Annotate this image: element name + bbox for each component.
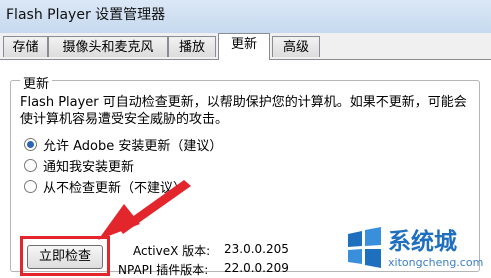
windows-logo-icon xyxy=(348,227,381,268)
update-description: Flash Player 可自动检查更新，以帮助保护您的计算机。如果不更新，可能… xyxy=(20,95,467,127)
tab-strip: 存储 摄像头和麦克风 播放 更新 高级 xyxy=(0,33,491,60)
radio-allow-auto-update[interactable]: 允许 Adobe 安装更新（建议） xyxy=(24,138,222,155)
radio-notify-update[interactable]: 通知我安装更新 xyxy=(24,159,134,176)
watermark: 系统城 xitongcheng.com xyxy=(344,220,491,278)
radio-allow-label: 允许 Adobe 安装更新（建议） xyxy=(43,139,223,154)
update-group-title: 更新 xyxy=(20,73,53,92)
title-bar: Flash Player 设置管理器 xyxy=(0,0,491,33)
activex-version-label: ActiveX 版本: xyxy=(133,244,211,258)
tab-camera-mic[interactable]: 摄像头和麦克风 xyxy=(48,36,168,57)
radio-never-check[interactable]: 从不检查更新（不建议） xyxy=(24,180,186,197)
tab-storage[interactable]: 存储 xyxy=(3,36,48,57)
radio-never-label: 从不检查更新（不建议） xyxy=(43,181,187,196)
radio-notify-label: 通知我安装更新 xyxy=(43,160,135,175)
tab-update[interactable]: 更新 xyxy=(218,33,270,60)
tab-advanced[interactable]: 高级 xyxy=(272,36,320,57)
watermark-name: 系统城 xyxy=(388,229,457,255)
radio-unselected-icon xyxy=(24,159,37,172)
check-now-button[interactable]: 立即检查 xyxy=(27,245,103,269)
tab-playback[interactable]: 播放 xyxy=(168,36,216,57)
npapi-version-label: NPAPI 插件版本: xyxy=(118,263,209,277)
npapi-version-value: 22.0.0.209 xyxy=(224,261,289,275)
watermark-url: xitongcheng.com xyxy=(388,256,484,269)
radio-selected-icon xyxy=(24,138,37,151)
window-title: Flash Player 设置管理器 xyxy=(6,7,166,23)
radio-unselected-icon xyxy=(24,180,37,193)
activex-version-value: 23.0.0.205 xyxy=(224,242,289,256)
